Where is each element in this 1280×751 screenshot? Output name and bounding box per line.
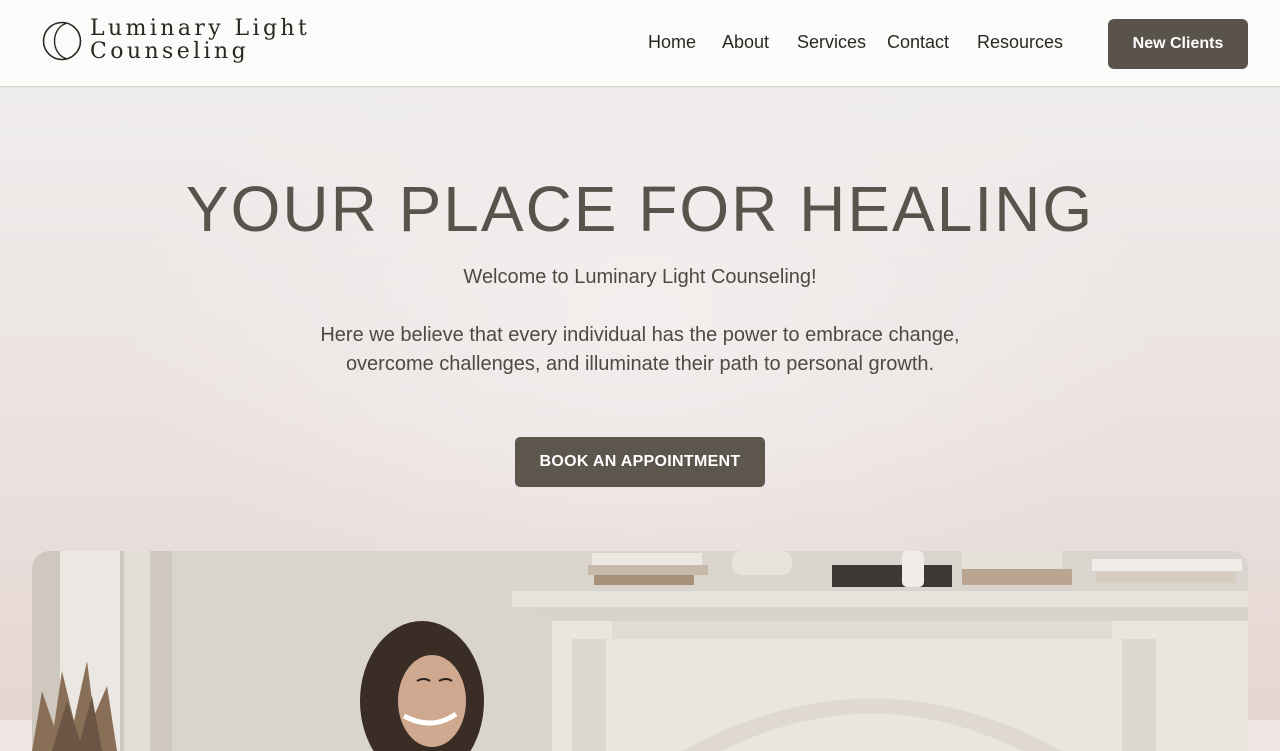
hero-welcome: Welcome to Luminary Light Counseling! xyxy=(463,266,817,288)
hero-section: YOUR PLACE FOR HEALING Welcome to Lumina… xyxy=(0,88,1280,751)
new-clients-button[interactable]: New Clients xyxy=(1108,19,1248,69)
nav-resources[interactable]: Resources xyxy=(977,32,1063,53)
hero-photo-illustration xyxy=(32,551,1248,751)
hero-description: Here we believe that every individual ha… xyxy=(320,324,960,375)
nav-home[interactable]: Home xyxy=(648,32,696,53)
nav-about[interactable]: About xyxy=(722,32,769,53)
hero-photo xyxy=(32,551,1248,751)
nav-services[interactable]: Services xyxy=(797,32,866,53)
nav-contact[interactable]: Contact xyxy=(887,32,949,53)
hero-title: YOUR PLACE FOR HEALING xyxy=(185,173,1095,245)
main-nav: Home About Services Contact Resources xyxy=(0,32,1280,56)
book-appointment-button[interactable]: BOOK AN APPOINTMENT xyxy=(515,437,765,487)
site-header: Luminary Light Counseling Home About Ser… xyxy=(0,0,1280,87)
